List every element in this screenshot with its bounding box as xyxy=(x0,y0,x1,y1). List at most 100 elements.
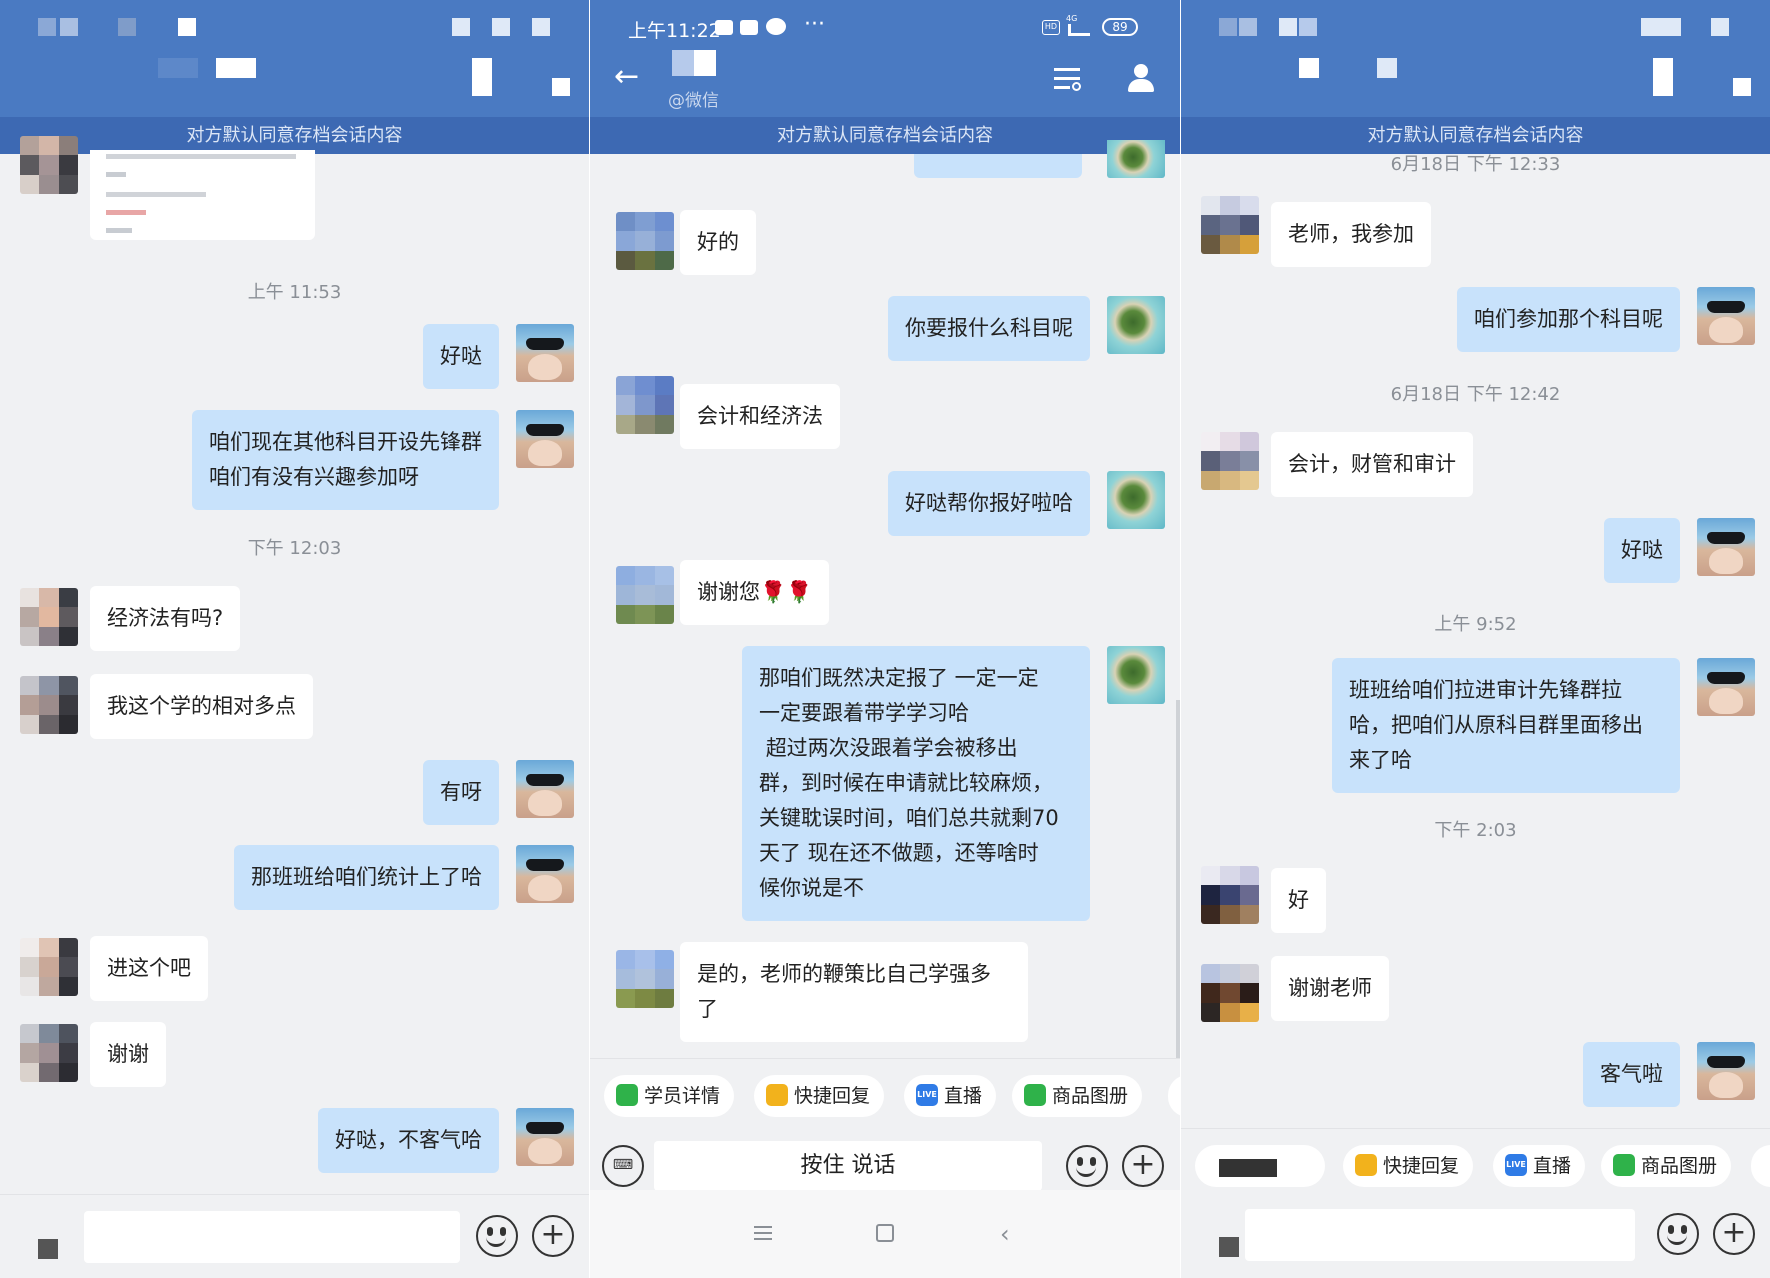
my-avatar[interactable] xyxy=(516,760,574,818)
received-message-bubble[interactable]: 进这个吧 xyxy=(90,936,208,1001)
header-icon-redacted[interactable] xyxy=(472,58,492,96)
sent-message-bubble[interactable]: 有呀 xyxy=(423,760,499,825)
header-icon-redacted[interactable] xyxy=(1733,78,1751,96)
my-avatar[interactable] xyxy=(516,324,574,382)
my-avatar[interactable] xyxy=(1697,658,1755,716)
received-message-bubble[interactable]: 谢谢老师 xyxy=(1271,956,1389,1021)
product-catalog-chip[interactable]: 商品图册 xyxy=(1601,1145,1732,1187)
contact-avatar[interactable] xyxy=(1201,866,1259,924)
sent-message-bubble[interactable]: 好哒帮你报好啦哈 xyxy=(888,471,1090,536)
received-message-bubble[interactable]: 谢谢您🌹🌹 xyxy=(680,560,830,625)
contact-profile-icon[interactable] xyxy=(1126,64,1156,94)
received-message-bubble[interactable]: 会计，财管和审计 xyxy=(1271,432,1473,497)
my-avatar[interactable] xyxy=(1107,140,1165,178)
student-details-chip-redacted[interactable] xyxy=(1195,1145,1325,1187)
hd-indicator: HD xyxy=(1042,20,1060,35)
sent-message-bubble[interactable]: 那咱们既然决定报了 一定一定 一定要跟着带学学习哈 超过两次没跟着学会被移出 群… xyxy=(742,646,1090,921)
scrollbar[interactable] xyxy=(1176,700,1180,1060)
quick-reply-chip[interactable]: 快捷回复 xyxy=(754,1075,885,1117)
image-message-thumbnail[interactable] xyxy=(90,150,315,240)
input-area: + xyxy=(0,1194,589,1278)
contact-avatar[interactable] xyxy=(616,212,674,270)
header-icon-redacted[interactable] xyxy=(552,78,570,96)
received-message-bubble[interactable]: 好 xyxy=(1271,868,1326,933)
menu-filter-icon[interactable] xyxy=(1054,66,1081,92)
received-message-bubble[interactable]: 我这个学的相对多点 xyxy=(90,674,313,739)
my-avatar[interactable] xyxy=(516,1108,574,1166)
student-details-chip[interactable]: 学员详情 xyxy=(604,1075,735,1117)
message-input[interactable] xyxy=(1245,1209,1635,1261)
message-timestamp: 下午 12:03 xyxy=(247,538,342,559)
live-chip[interactable]: LIVE 直播 xyxy=(1493,1145,1586,1187)
sent-message-bubble[interactable]: 好哒，不客气哈 xyxy=(318,1108,499,1173)
message-input[interactable] xyxy=(84,1211,460,1263)
sent-message-bubble[interactable]: 那班班给咱们统计上了哈 xyxy=(234,845,499,910)
more-chip[interactable] xyxy=(1751,1145,1770,1187)
message-icon xyxy=(740,20,758,35)
contact-avatar[interactable] xyxy=(20,676,78,734)
sent-message-bubble[interactable]: 班班给咱们拉进审计先锋群拉 哈，把咱们从原科目群里面移出 来了哈 xyxy=(1332,658,1680,793)
message-timestamp: 上午 11:53 xyxy=(247,282,342,303)
chat-header xyxy=(0,0,589,117)
live-chip[interactable]: LIVE 直播 xyxy=(904,1075,997,1117)
my-avatar[interactable] xyxy=(1697,518,1755,576)
contact-avatar[interactable] xyxy=(20,1024,78,1082)
my-avatar[interactable] xyxy=(1697,1042,1755,1100)
sent-message-bubble[interactable]: 咱们现在其他科目开设先锋群 咱们有没有兴趣参加呀 xyxy=(192,410,499,510)
status-bar-redacted xyxy=(118,18,136,36)
wechat-icon xyxy=(766,18,786,35)
plus-icon[interactable]: + xyxy=(1122,1145,1164,1187)
contact-avatar[interactable] xyxy=(1201,196,1259,254)
received-message-bubble[interactable]: 老师，我参加 xyxy=(1271,202,1431,267)
received-message-bubble[interactable]: 是的，老师的鞭策比自己学强多 了 xyxy=(680,942,1028,1042)
back-arrow-icon[interactable]: ← xyxy=(614,62,639,92)
contact-avatar[interactable] xyxy=(20,588,78,646)
menu-nav-icon[interactable] xyxy=(754,1226,772,1240)
sent-message-bubble[interactable]: 好哒 xyxy=(423,324,499,389)
back-nav-icon[interactable]: ‹ xyxy=(1000,1220,1010,1248)
my-avatar[interactable] xyxy=(1107,296,1165,354)
sent-message-bubble[interactable]: 好哒 xyxy=(1604,518,1680,583)
contact-name-redacted xyxy=(1377,58,1397,78)
more-chip[interactable] xyxy=(1168,1075,1180,1117)
keyboard-icon[interactable]: ⌨ xyxy=(602,1145,644,1187)
contact-avatar[interactable] xyxy=(616,566,674,624)
contact-avatar[interactable] xyxy=(616,376,674,434)
received-message-bubble[interactable]: 经济法有吗? xyxy=(90,586,241,651)
toolbar-icon-redacted[interactable] xyxy=(1219,1237,1239,1257)
received-message-bubble[interactable]: 好的 xyxy=(680,210,756,275)
contact-avatar[interactable] xyxy=(20,938,78,996)
sent-message-bubble-partial[interactable] xyxy=(914,154,1082,178)
received-message-bubble[interactable]: 会计和经济法 xyxy=(680,384,840,449)
product-catalog-chip[interactable]: 商品图册 xyxy=(1012,1075,1143,1117)
toolbar-icon-redacted[interactable] xyxy=(38,1239,58,1259)
quick-reply-chip[interactable]: 快捷回复 xyxy=(1343,1145,1474,1187)
sent-message-bubble[interactable]: 你要报什么科目呢 xyxy=(888,296,1090,361)
status-bar-redacted xyxy=(492,18,510,36)
contact-avatar[interactable] xyxy=(1201,964,1259,1022)
sent-message-bubble[interactable]: 客气啦 xyxy=(1583,1042,1680,1107)
plus-icon[interactable]: + xyxy=(532,1215,574,1257)
contact-name-redacted xyxy=(694,50,716,76)
received-message-bubble[interactable]: 谢谢 xyxy=(90,1022,166,1087)
my-avatar[interactable] xyxy=(516,845,574,903)
emoji-icon[interactable] xyxy=(1657,1213,1699,1255)
hold-to-talk-button[interactable]: 按住 说话 xyxy=(654,1141,1042,1191)
message-timestamp: 6月18日 下午 12:42 xyxy=(1390,384,1561,405)
header-icon-redacted[interactable] xyxy=(1653,58,1673,96)
my-avatar[interactable] xyxy=(516,410,574,468)
contact-avatar[interactable] xyxy=(1201,432,1259,490)
emoji-icon[interactable] xyxy=(476,1215,518,1257)
my-avatar[interactable] xyxy=(1697,287,1755,345)
quick-reply-icon xyxy=(1355,1153,1377,1176)
emoji-icon[interactable] xyxy=(1066,1145,1108,1187)
contact-avatar[interactable] xyxy=(20,136,78,194)
status-bar-redacted xyxy=(532,18,550,36)
my-avatar[interactable] xyxy=(1107,471,1165,529)
plus-icon[interactable]: + xyxy=(1713,1213,1755,1255)
contact-avatar[interactable] xyxy=(616,950,674,1008)
sent-message-bubble[interactable]: 咱们参加那个科目呢 xyxy=(1457,287,1680,352)
home-nav-icon[interactable] xyxy=(876,1224,894,1242)
catalog-icon xyxy=(1024,1083,1046,1106)
my-avatar[interactable] xyxy=(1107,646,1165,704)
